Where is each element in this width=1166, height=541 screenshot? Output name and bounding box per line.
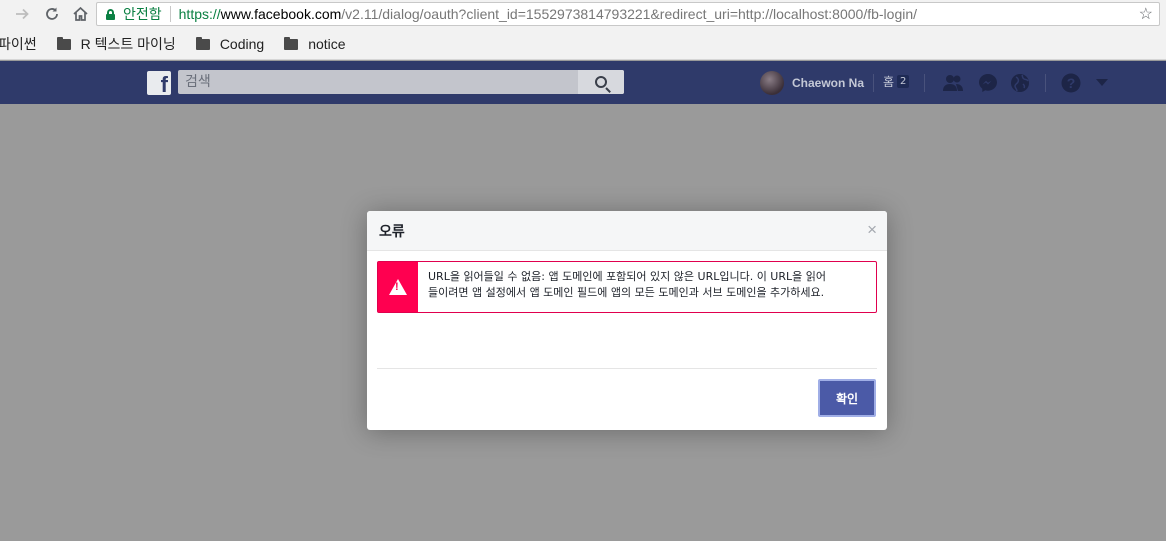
- dialog-header: 오류 ×: [367, 211, 887, 251]
- close-icon[interactable]: ×: [867, 220, 877, 240]
- home-icon[interactable]: [68, 2, 92, 26]
- messenger-icon[interactable]: [977, 72, 999, 94]
- home-count-badge: 2: [897, 75, 910, 88]
- url-path: /v2.11/dialog/oauth?client_id=1552973814…: [341, 6, 918, 22]
- bookmarks-bar: 파이썬 R 텍스트 마이닝 Coding notice: [0, 29, 1166, 60]
- bookmark-notice[interactable]: notice: [284, 36, 346, 52]
- browser-toolbar: 안전함 https://www.facebook.com/v2.11/dialo…: [0, 0, 1166, 29]
- dialog-divider: [377, 368, 877, 369]
- profile-link[interactable]: Chaewon Na: [760, 70, 864, 96]
- secure-label: 안전함: [123, 6, 162, 22]
- url-text: https://www.facebook.com/v2.11/dialog/oa…: [179, 6, 917, 22]
- bookmark-label: Coding: [219, 36, 265, 52]
- help-icon[interactable]: ?: [1060, 72, 1082, 94]
- error-message: URL을 읽어들일 수 없음: 앱 도메인에 포함되어 있지 않은 URL입니다…: [418, 262, 876, 312]
- reload-icon[interactable]: [40, 2, 64, 26]
- bookmark-label: notice: [308, 36, 346, 52]
- nav-divider: [873, 74, 874, 92]
- error-message-line: URL을 읽어들일 수 없음: 앱 도메인에 포함되어 있지 않은 URL입니다…: [428, 270, 826, 283]
- dialog-title: 오류: [379, 224, 405, 240]
- star-icon[interactable]: ☆: [1139, 4, 1153, 24]
- url-host: www.facebook.com: [220, 6, 342, 22]
- error-dialog: 오류 × URL을 읽어들일 수 없음: 앱 도메인에 포함되어 있지 않은 U…: [367, 211, 887, 430]
- address-bar[interactable]: 안전함 https://www.facebook.com/v2.11/dialo…: [96, 2, 1160, 26]
- nav-divider: [924, 74, 925, 92]
- arrow-right-icon[interactable]: [10, 2, 34, 26]
- error-message-box: URL을 읽어들일 수 없음: 앱 도메인에 포함되어 있지 않은 URL입니다…: [377, 261, 877, 313]
- search-input[interactable]: [178, 70, 578, 94]
- nav-divider: [1045, 74, 1046, 92]
- search-button[interactable]: [578, 70, 624, 94]
- friend-requests-icon[interactable]: [942, 72, 964, 94]
- search-icon: [595, 76, 607, 88]
- facebook-logo-icon[interactable]: f: [147, 71, 171, 95]
- confirm-button[interactable]: 확인: [818, 379, 876, 417]
- chevron-down-icon[interactable]: [1091, 72, 1113, 94]
- svg-text:?: ?: [1067, 75, 1076, 91]
- folder-icon: [284, 36, 299, 50]
- bookmark-r-text-mining[interactable]: R 텍스트 마이닝: [56, 34, 176, 54]
- url-scheme: https://: [178, 6, 221, 22]
- facebook-top-bar: f Chaewon Na 홈 2 ?: [0, 61, 1166, 104]
- bookmark-label: 파이썬: [0, 36, 37, 52]
- user-name: Chaewon Na: [792, 76, 865, 90]
- avatar: [760, 71, 784, 95]
- error-message-line: 들이려면 앱 설정에서 앱 도메인 필드에 앱의 모든 도메인과 서브 도메인을…: [428, 285, 825, 299]
- bookmark-coding[interactable]: Coding: [195, 36, 265, 52]
- home-link[interactable]: 홈 2: [883, 73, 910, 90]
- search-box: [178, 70, 624, 94]
- home-label: 홈: [883, 75, 895, 89]
- warning-icon: [378, 262, 418, 312]
- folder-icon: [195, 36, 210, 50]
- lock-icon: [106, 8, 115, 20]
- omnibox-divider: [169, 6, 171, 22]
- folder-icon: [56, 36, 71, 50]
- bookmark-python[interactable]: 파이썬: [0, 34, 37, 54]
- globe-notifications-icon[interactable]: [1009, 72, 1031, 94]
- bookmark-label: R 텍스트 마이닝: [80, 36, 176, 52]
